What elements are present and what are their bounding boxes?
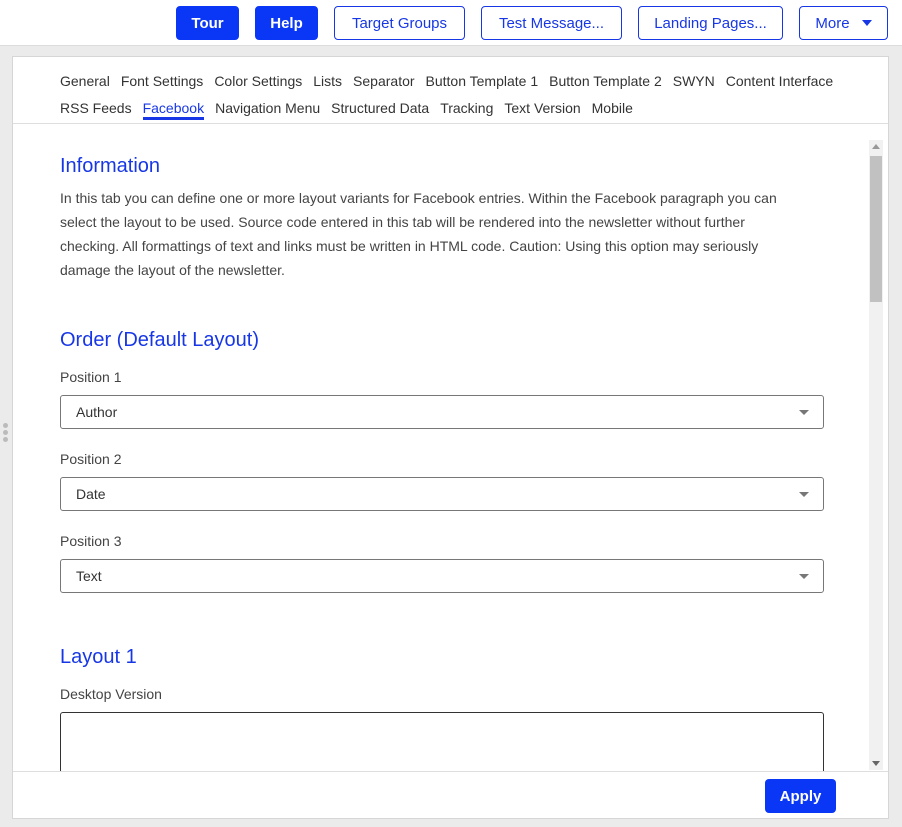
tab-navigation-menu[interactable]: Navigation Menu: [215, 100, 320, 116]
top-toolbar: Tour Help Target Groups Test Message... …: [0, 0, 902, 46]
position-2-label: Position 2: [60, 451, 122, 467]
tour-button[interactable]: Tour: [176, 6, 239, 40]
tab-row-2: RSS Feeds Facebook Navigation Menu Struc…: [60, 98, 880, 125]
tab-button-template-2[interactable]: Button Template 2: [549, 73, 662, 89]
information-line: checking. All formattings of text and li…: [60, 238, 759, 254]
information-line: damage the layout of the newsletter.: [60, 262, 285, 278]
information-line: select the layout to be used. Source cod…: [60, 214, 745, 230]
tab-color-settings[interactable]: Color Settings: [214, 73, 302, 89]
tab-row-1: General Font Settings Color Settings Lis…: [60, 71, 880, 98]
tab-general[interactable]: General: [60, 73, 110, 89]
scroll-down-icon[interactable]: [872, 761, 880, 766]
tab-content: Information In this tab you can define o…: [60, 124, 824, 772]
more-label: More: [815, 14, 850, 32]
tab-lists[interactable]: Lists: [313, 73, 342, 89]
chevron-down-icon: [799, 492, 809, 497]
information-text: In this tab you can define one or more l…: [60, 186, 824, 282]
information-line: In this tab you can define one or more l…: [60, 190, 777, 206]
tab-text-version[interactable]: Text Version: [504, 100, 580, 116]
desktop-version-label: Desktop Version: [60, 686, 162, 702]
test-message-button[interactable]: Test Message...: [481, 6, 622, 40]
tab-mobile[interactable]: Mobile: [592, 100, 633, 116]
desktop-version-textarea[interactable]: [60, 712, 824, 772]
tab-bar: General Font Settings Color Settings Lis…: [60, 71, 880, 125]
panel-footer: Apply: [13, 771, 888, 818]
tab-rss-feeds[interactable]: RSS Feeds: [60, 100, 132, 116]
tab-structured-data[interactable]: Structured Data: [331, 100, 429, 116]
scroll-up-icon[interactable]: [872, 144, 880, 149]
layout-1-heading: Layout 1: [60, 646, 137, 668]
position-3-select[interactable]: Text: [60, 559, 824, 593]
information-heading: Information: [60, 155, 161, 177]
apply-button[interactable]: Apply: [765, 779, 836, 813]
more-dropdown-button[interactable]: More: [799, 6, 888, 40]
tab-swyn[interactable]: SWYN: [673, 73, 715, 89]
tab-separator[interactable]: Separator: [353, 73, 414, 89]
tab-facebook[interactable]: Facebook: [142, 100, 205, 120]
position-3-label: Position 3: [60, 533, 122, 549]
chevron-down-icon: [799, 410, 809, 415]
tab-font-settings[interactable]: Font Settings: [121, 73, 204, 89]
landing-pages-button[interactable]: Landing Pages...: [638, 6, 783, 40]
chevron-down-icon: [799, 574, 809, 579]
position-1-value: Author: [76, 404, 118, 420]
target-groups-button[interactable]: Target Groups: [334, 6, 465, 40]
position-3-value: Text: [76, 568, 102, 584]
position-2-select[interactable]: Date: [60, 477, 824, 511]
tab-content-interface[interactable]: Content Interface: [726, 73, 833, 89]
chevron-down-icon: [861, 20, 872, 26]
resize-grip-icon[interactable]: [3, 423, 9, 444]
help-button[interactable]: Help: [255, 6, 318, 40]
position-1-label: Position 1: [60, 369, 122, 385]
position-1-select[interactable]: Author: [60, 395, 824, 429]
settings-panel: General Font Settings Color Settings Lis…: [12, 56, 889, 819]
tab-button-template-1[interactable]: Button Template 1: [426, 73, 539, 89]
tab-tracking[interactable]: Tracking: [440, 100, 493, 116]
scrollbar-thumb[interactable]: [870, 156, 882, 302]
content-scrollbar[interactable]: [869, 140, 883, 770]
order-heading: Order (Default Layout): [60, 329, 259, 351]
position-2-value: Date: [76, 486, 106, 502]
